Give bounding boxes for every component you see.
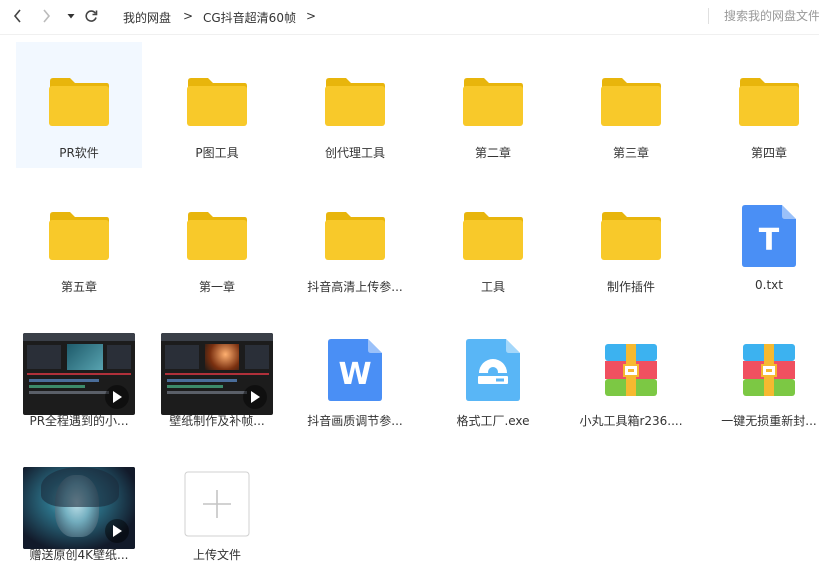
history-dropdown-button[interactable] <box>61 6 81 26</box>
folder-icon <box>187 212 247 260</box>
file-name: 上传文件 <box>192 548 241 562</box>
folder-icon <box>49 78 109 126</box>
file-item[interactable]: 创代理工具 <box>292 42 418 168</box>
icon-wrap <box>729 67 809 137</box>
folder-icon <box>325 212 385 260</box>
file-item[interactable]: 一键无损重新封... <box>706 310 819 436</box>
icon-wrap <box>315 201 395 271</box>
chevron-left-icon <box>13 9 21 23</box>
icon-wrap <box>39 201 119 271</box>
icon-wrap <box>315 67 395 137</box>
upload-plus-icon[interactable] <box>184 471 250 537</box>
svg-text:W: W <box>338 357 371 392</box>
file-name: 第二章 <box>474 146 511 160</box>
file-name: 第五章 <box>60 280 97 294</box>
folder-icon <box>325 78 385 126</box>
breadcrumb-current[interactable]: CG抖音超清60帧 <box>203 9 296 26</box>
svg-text:T: T <box>759 223 780 258</box>
breadcrumb-separator: > <box>183 9 194 23</box>
file-item[interactable]: T 0.txt <box>706 176 819 302</box>
file-item[interactable]: 赠送原创4K壁纸... <box>16 444 142 570</box>
icon-wrap <box>39 67 119 137</box>
forward-button[interactable] <box>36 6 56 26</box>
video-thumbnail <box>161 333 273 415</box>
file-name: 小丸工具箱r236.... <box>579 414 683 428</box>
icon-wrap <box>177 201 257 271</box>
file-item[interactable]: 第二章 <box>430 42 556 168</box>
folder-icon <box>739 78 799 126</box>
divider <box>708 8 709 24</box>
file-item[interactable]: 第四章 <box>706 42 819 168</box>
file-item[interactable]: 第五章 <box>16 176 142 302</box>
file-item[interactable]: 抖音高清上传参... <box>292 176 418 302</box>
refresh-icon <box>85 10 98 22</box>
icon-wrap <box>177 469 257 539</box>
file-item[interactable]: W 抖音画质调节参... <box>292 310 418 436</box>
file-name: 第一章 <box>198 280 235 294</box>
file-name: 工具 <box>480 280 505 294</box>
file-item[interactable]: 第三章 <box>568 42 694 168</box>
icon-wrap <box>453 201 533 271</box>
file-name: 壁纸制作及补帧... <box>169 414 265 428</box>
icon-wrap: T <box>729 201 809 271</box>
file-name: 赠送原创4K壁纸... <box>29 548 129 562</box>
file-item[interactable]: PR软件 <box>16 42 142 168</box>
icon-wrap <box>177 67 257 137</box>
file-name: 第四章 <box>750 146 787 160</box>
breadcrumb-separator: > <box>306 9 317 23</box>
file-name: 一键无损重新封... <box>721 414 817 428</box>
file-item[interactable]: 制作插件 <box>568 176 694 302</box>
icon-wrap <box>729 335 809 405</box>
file-item[interactable]: P图工具 <box>154 42 280 168</box>
folder-icon <box>187 78 247 126</box>
archive-icon <box>605 344 657 396</box>
refresh-button[interactable] <box>81 6 101 26</box>
file-name: 制作插件 <box>606 280 655 294</box>
file-name: 抖音高清上传参... <box>307 280 403 294</box>
file-item[interactable]: 工具 <box>430 176 556 302</box>
toolbar: 我的网盘 > CG抖音超清60帧 > <box>0 0 819 35</box>
file-name: 抖音画质调节参... <box>307 414 403 428</box>
file-name: 创代理工具 <box>324 146 385 160</box>
file-item[interactable]: 小丸工具箱r236.... <box>568 310 694 436</box>
file-name: 0.txt <box>755 278 783 292</box>
back-button[interactable] <box>8 6 28 26</box>
video-thumbnail <box>23 467 135 549</box>
play-icon <box>105 519 129 543</box>
video-thumbnail <box>23 333 135 415</box>
caret-down-icon <box>67 14 75 19</box>
word-file-icon: W <box>328 339 382 401</box>
file-name: 第三章 <box>612 146 649 160</box>
search-input[interactable] <box>718 5 819 27</box>
folder-icon <box>601 78 661 126</box>
file-name: PR软件 <box>59 146 99 160</box>
file-name: 格式工厂.exe <box>456 414 530 428</box>
archive-icon <box>743 344 795 396</box>
icon-wrap <box>591 67 671 137</box>
chevron-right-icon <box>43 9 51 23</box>
file-name: P图工具 <box>195 146 239 160</box>
folder-icon <box>463 212 523 260</box>
icon-wrap <box>591 201 671 271</box>
folder-icon <box>601 212 661 260</box>
txt-file-icon: T <box>742 205 796 267</box>
folder-icon <box>463 78 523 126</box>
file-item[interactable]: 格式工厂.exe <box>430 310 556 436</box>
file-name: PR全程遇到的小... <box>29 414 129 428</box>
play-icon <box>243 385 267 409</box>
icon-wrap: W <box>315 335 395 405</box>
file-item[interactable]: PR全程遇到的小... <box>16 310 142 436</box>
exe-icon <box>466 339 520 401</box>
folder-icon <box>49 212 109 260</box>
file-item[interactable]: 第一章 <box>154 176 280 302</box>
file-item[interactable]: 壁纸制作及补帧... <box>154 310 280 436</box>
upload-file-button[interactable]: 上传文件 <box>154 444 280 570</box>
play-icon <box>105 385 129 409</box>
icon-wrap <box>453 335 533 405</box>
icon-wrap <box>453 67 533 137</box>
icon-wrap <box>591 335 671 405</box>
breadcrumb-root[interactable]: 我的网盘 <box>123 9 171 26</box>
